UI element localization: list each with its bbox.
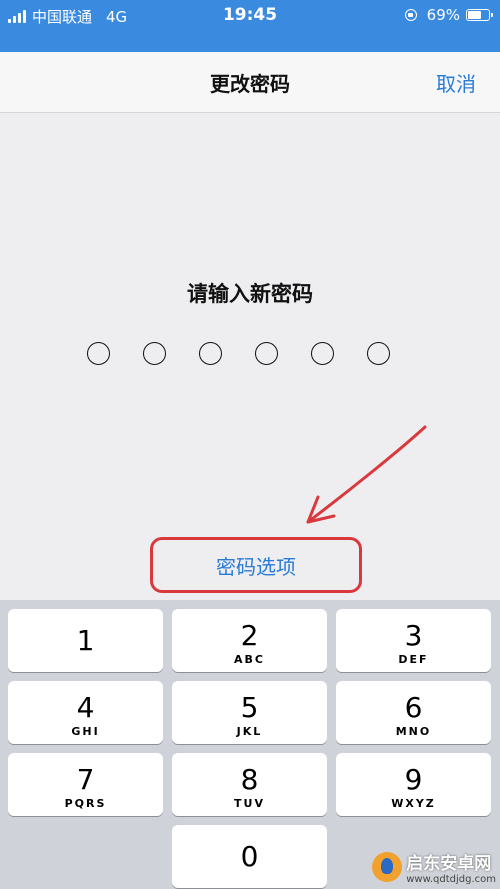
key-letters: JKL <box>236 725 263 738</box>
nav-bar: 更改密码 取消 <box>0 52 500 113</box>
rotation-lock-icon <box>404 9 417 21</box>
passcode-options-label: 密码选项 <box>216 554 296 579</box>
battery-icon <box>466 9 493 21</box>
key-digit: 2 <box>240 619 259 652</box>
watermark-name: 启东安卓网 <box>406 854 492 874</box>
key-9[interactable]: 9 WXYZ <box>336 753 491 816</box>
key-letters: PQRS <box>64 797 107 810</box>
key-5[interactable]: 5 JKL <box>172 681 327 744</box>
passcode-dots <box>87 342 390 365</box>
key-letters: ABC <box>234 653 265 666</box>
watermark-url: www.qdtdjdg.com <box>406 874 496 885</box>
numeric-keypad: 1 2 ABC 3 DEF 4 GHI 5 JKL 6 MNO 7 PQRS 8… <box>0 600 500 889</box>
key-7[interactable]: 7 PQRS <box>8 753 163 816</box>
key-4[interactable]: 4 GHI <box>8 681 163 744</box>
key-digit: 7 <box>76 763 95 796</box>
key-0[interactable]: 0 <box>172 825 327 888</box>
passcode-options-button[interactable]: 密码选项 <box>150 537 362 593</box>
status-bar: 中国联通 4G 19:45 69% <box>0 0 500 52</box>
site-watermark: 启东安卓网 www.qdtdjdg.com <box>372 849 496 885</box>
key-letters: DEF <box>398 653 429 666</box>
key-letters: GHI <box>71 725 100 738</box>
key-6[interactable]: 6 MNO <box>336 681 491 744</box>
passcode-dot <box>367 342 390 365</box>
passcode-dot <box>143 342 166 365</box>
key-letters: MNO <box>395 725 432 738</box>
key-2[interactable]: 2 ABC <box>172 609 327 672</box>
watermark-text: 启东安卓网 www.qdtdjdg.com <box>406 849 496 885</box>
key-digit: 3 <box>404 619 423 652</box>
watermark-logo-icon <box>372 852 403 882</box>
battery-percent: 69% <box>426 6 460 24</box>
passcode-dot <box>87 342 110 365</box>
passcode-dot <box>255 342 278 365</box>
key-digit: 6 <box>404 691 423 724</box>
key-1[interactable]: 1 <box>8 609 163 672</box>
passcode-prompt: 请输入新密码 <box>187 282 313 306</box>
key-digit: 8 <box>240 763 259 796</box>
key-digit: 9 <box>404 763 423 796</box>
key-digit: 0 <box>240 840 259 873</box>
status-right: 69% <box>404 6 493 24</box>
key-3[interactable]: 3 DEF <box>336 609 491 672</box>
passcode-dot <box>199 342 222 365</box>
key-8[interactable]: 8 TUV <box>172 753 327 816</box>
passcode-dot <box>311 342 334 365</box>
key-digit: 4 <box>76 691 95 724</box>
key-digit: 1 <box>76 624 95 657</box>
cancel-button[interactable]: 取消 <box>436 68 476 97</box>
battery-fill <box>468 11 481 19</box>
key-letters: WXYZ <box>391 797 436 810</box>
key-digit: 5 <box>240 691 259 724</box>
page-title: 更改密码 <box>210 72 290 96</box>
key-letters: TUV <box>234 797 265 810</box>
